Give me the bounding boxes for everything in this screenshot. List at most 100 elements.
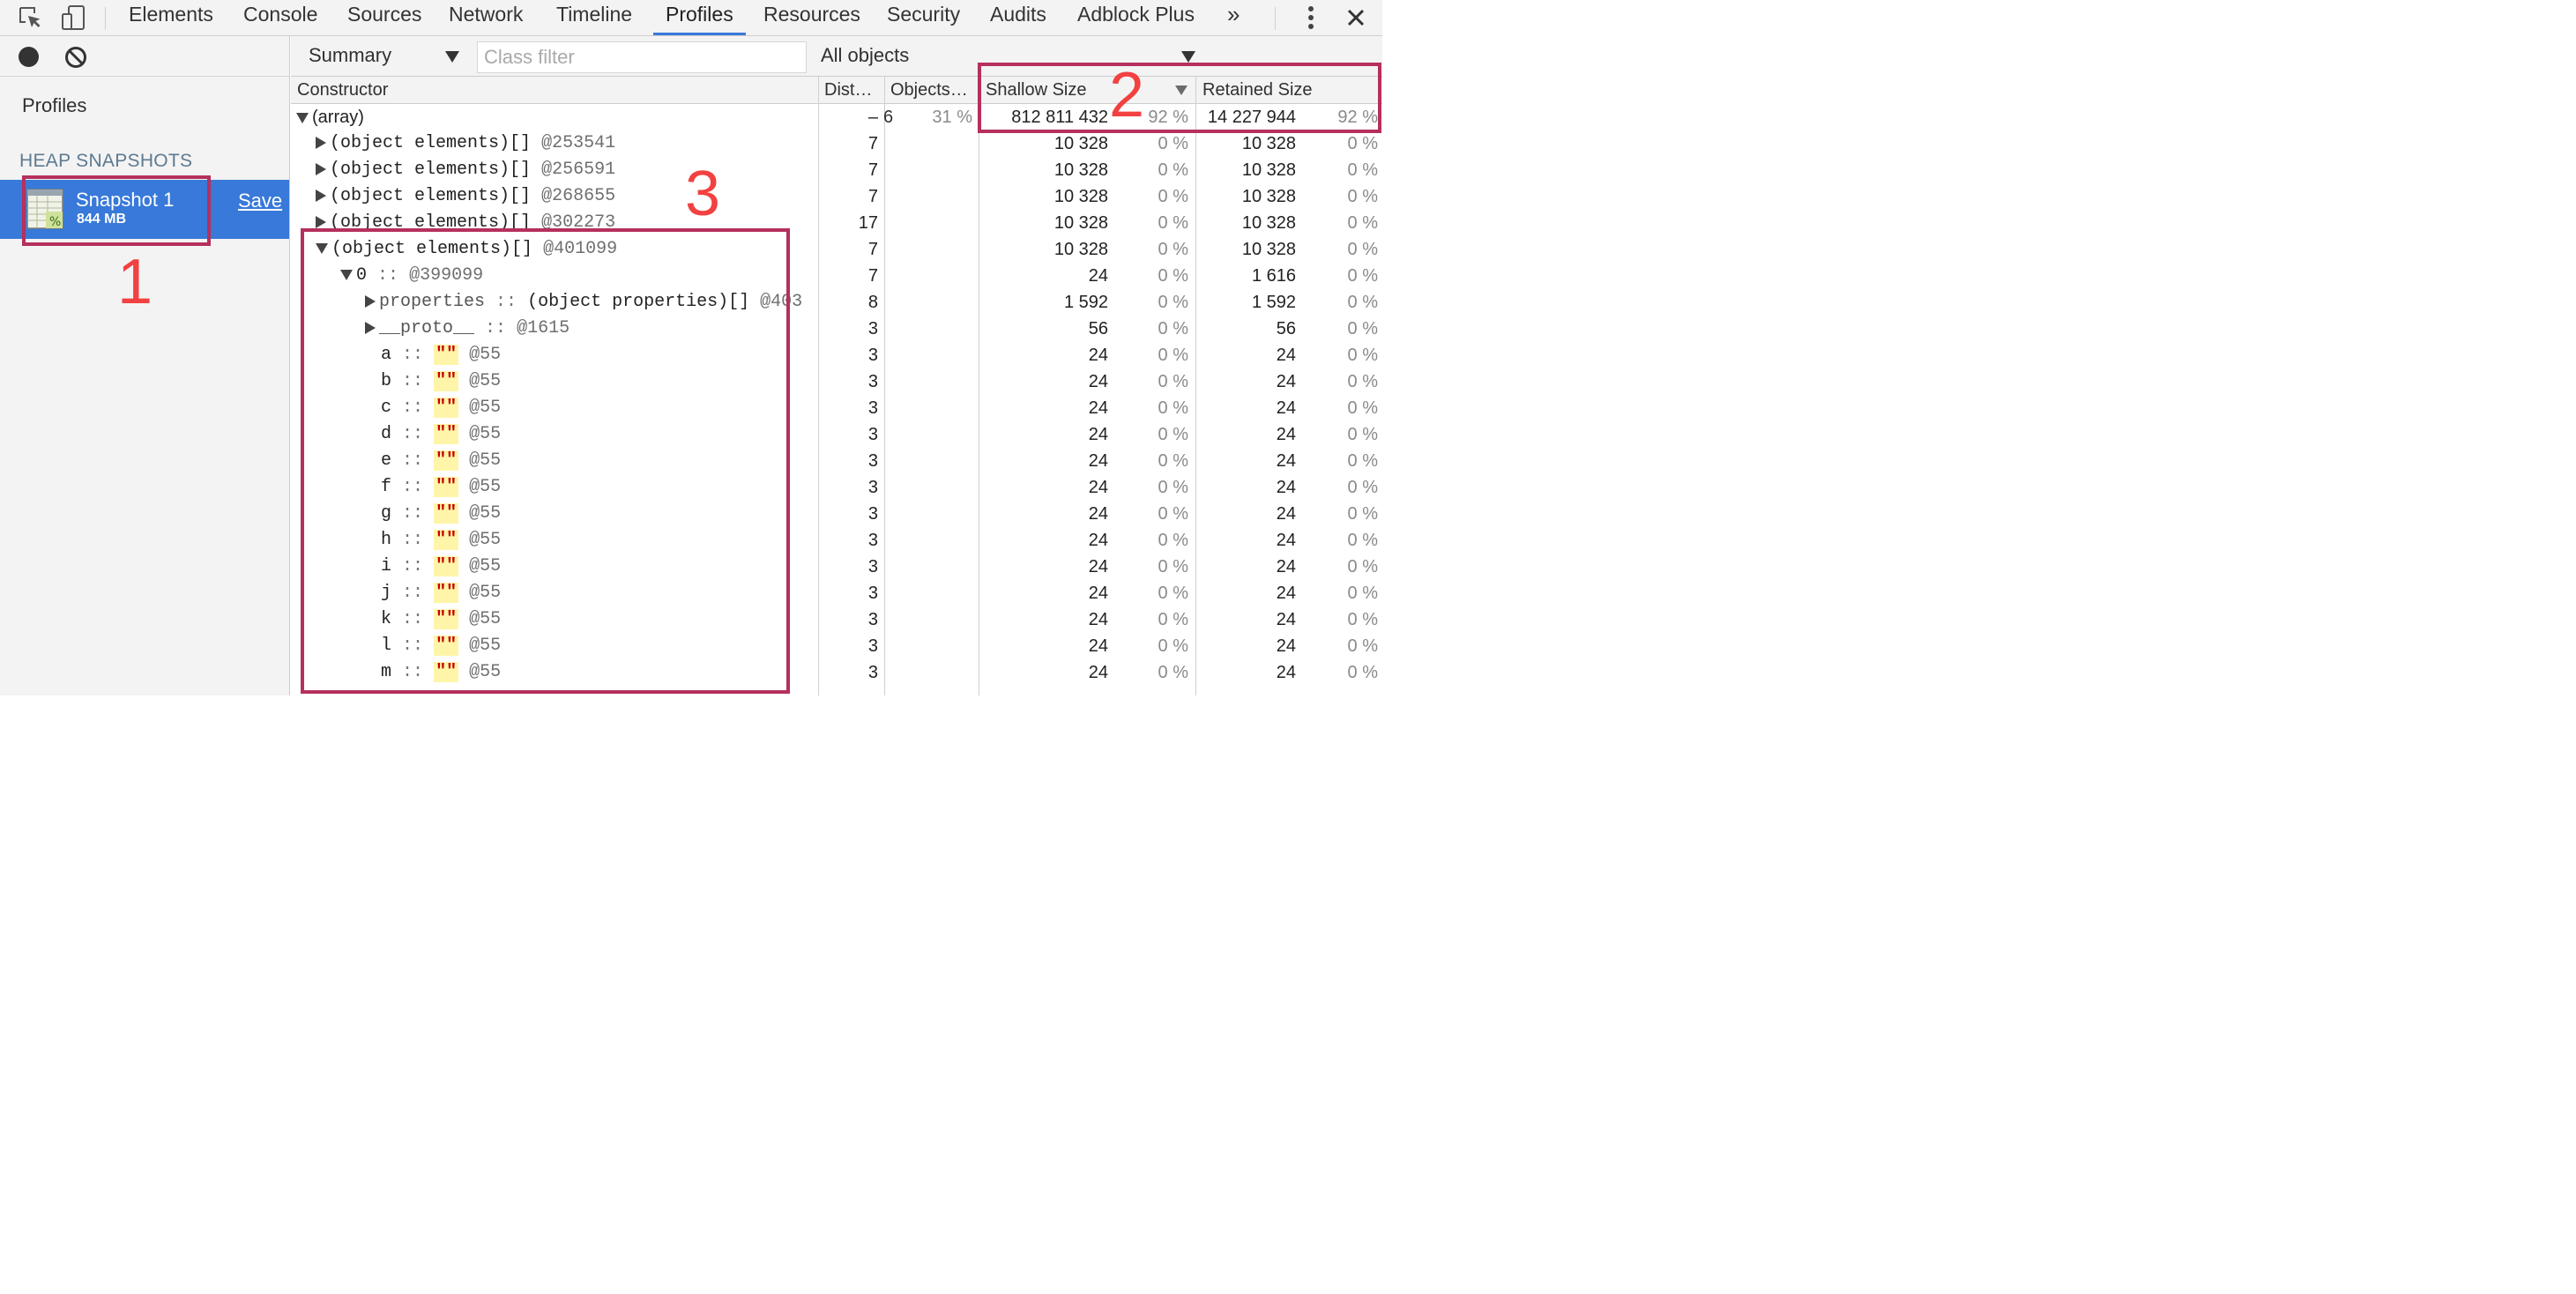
retained-percent-cell: 0 % — [1347, 425, 1378, 444]
table-row[interactable]: (object elements)[] @268655 7 10 328 0 % 10 … — [291, 183, 1382, 210]
distance-cell: 3 — [867, 584, 878, 603]
retained-size-cell: 1 616 — [1251, 266, 1296, 286]
shallow-size-cell: 10 328 — [1053, 160, 1108, 180]
distance-cell: 3 — [867, 425, 878, 444]
dropdown-arrow-icon[interactable] — [445, 51, 459, 63]
shallow-size-cell: 24 — [1088, 584, 1108, 603]
expand-arrow-icon[interactable] — [316, 136, 326, 149]
tab-profiles[interactable]: Profiles — [653, 0, 746, 35]
kebab-menu-icon[interactable] — [1299, 0, 1322, 35]
shallow-percent-cell: 0 % — [1158, 134, 1188, 153]
retained-size-cell: 10 328 — [1241, 134, 1296, 153]
shallow-size-cell: 10 328 — [1053, 213, 1108, 233]
shallow-percent-cell: 0 % — [1158, 319, 1188, 338]
view-select[interactable]: Summary — [309, 44, 391, 67]
node-name: (object elements)[] — [330, 160, 532, 180]
tab-adblock-plus[interactable]: Adblock Plus — [1077, 0, 1195, 35]
node-name: (object elements)[] — [330, 133, 532, 153]
annotation-box-3 — [301, 228, 790, 694]
tab-network[interactable]: Network — [449, 0, 523, 35]
objects-percent-cell: 31 % — [932, 108, 972, 127]
retained-size-cell: 10 328 — [1241, 160, 1296, 180]
shallow-percent-cell: 0 % — [1158, 213, 1188, 233]
retained-size-cell: 24 — [1276, 610, 1296, 629]
distance-cell: 3 — [867, 663, 878, 682]
retained-size-cell: 24 — [1276, 372, 1296, 391]
shallow-percent-cell: 0 % — [1158, 504, 1188, 524]
table-row[interactable]: (object elements)[] @253541 7 10 328 0 % 10 … — [291, 130, 1382, 157]
retained-size-cell: 24 — [1276, 636, 1296, 656]
shallow-size-cell: 24 — [1088, 504, 1108, 524]
retained-percent-cell: 0 % — [1347, 134, 1378, 153]
column-objects[interactable]: Objects… — [884, 77, 979, 104]
distance-cell: 7 — [867, 134, 878, 153]
distance-cell: 7 — [867, 266, 878, 286]
object-id: @268655 — [541, 186, 616, 206]
inspect-element-icon[interactable] — [16, 0, 44, 35]
expand-arrow-icon[interactable] — [296, 112, 309, 123]
retained-size-cell: 24 — [1276, 504, 1296, 524]
dropdown-arrow-icon[interactable] — [1181, 51, 1195, 63]
table-row[interactable]: (object elements)[] @256591 7 10 328 0 % 10 … — [291, 157, 1382, 183]
shallow-size-cell: 24 — [1088, 372, 1108, 391]
tab-audits[interactable]: Audits — [990, 0, 1046, 35]
profiles-sidebar: Profiles HEAP SNAPSHOTS % Snapshot 1 844… — [0, 36, 290, 695]
retained-percent-cell: 0 % — [1347, 610, 1378, 629]
retained-percent-cell: 0 % — [1347, 187, 1378, 206]
class-filter-input[interactable] — [477, 41, 807, 73]
retained-size-cell: 24 — [1276, 425, 1296, 444]
shallow-percent-cell: 0 % — [1158, 531, 1188, 550]
retained-size-cell: 1 592 — [1251, 293, 1296, 312]
shallow-size-cell: 56 — [1088, 319, 1108, 338]
retained-percent-cell: 0 % — [1347, 213, 1378, 233]
retained-percent-cell: 0 % — [1347, 293, 1378, 312]
shallow-size-cell: 1 592 — [1063, 293, 1108, 312]
retained-percent-cell: 0 % — [1347, 557, 1378, 576]
shallow-size-cell: 24 — [1088, 266, 1108, 286]
retained-percent-cell: 0 % — [1347, 240, 1378, 259]
retained-size-cell: 24 — [1276, 478, 1296, 497]
distance-cell: 3 — [867, 478, 878, 497]
object-scope-select[interactable]: All objects — [821, 44, 909, 67]
distance-cell: 3 — [867, 372, 878, 391]
device-mode-icon[interactable] — [58, 0, 88, 35]
tab-timeline[interactable]: Timeline — [556, 0, 632, 35]
shallow-percent-cell: 0 % — [1158, 584, 1188, 603]
retained-percent-cell: 0 % — [1347, 531, 1378, 550]
annotation-box-2 — [978, 63, 1381, 133]
tab-security[interactable]: Security — [887, 0, 960, 35]
shallow-size-cell: 24 — [1088, 451, 1108, 471]
clear-icon[interactable] — [64, 46, 87, 69]
column-distance[interactable]: Dist… — [818, 77, 888, 104]
record-icon[interactable] — [19, 47, 39, 67]
save-snapshot-link[interactable]: Save — [238, 190, 282, 212]
retained-percent-cell: 0 % — [1347, 584, 1378, 603]
expand-arrow-icon[interactable] — [316, 215, 326, 228]
shallow-size-cell: 24 — [1088, 636, 1108, 656]
shallow-percent-cell: 0 % — [1158, 398, 1188, 418]
shallow-percent-cell: 0 % — [1158, 160, 1188, 180]
object-id: @256591 — [541, 160, 616, 180]
retained-percent-cell: 0 % — [1347, 451, 1378, 471]
tab-console[interactable]: Console — [243, 0, 317, 35]
close-icon[interactable] — [1344, 0, 1368, 35]
node-name: (object elements)[] — [330, 186, 532, 206]
retained-percent-cell: 0 % — [1347, 266, 1378, 286]
retained-size-cell: 24 — [1276, 584, 1296, 603]
tab-resources[interactable]: Resources — [763, 0, 860, 35]
more-tabs-button[interactable]: » — [1227, 0, 1240, 35]
shallow-percent-cell: 0 % — [1158, 451, 1188, 471]
tab-sources[interactable]: Sources — [347, 0, 421, 35]
shallow-size-cell: 24 — [1088, 531, 1108, 550]
shallow-size-cell: 10 328 — [1053, 134, 1108, 153]
distance-cell: 3 — [867, 346, 878, 365]
distance-cell: 3 — [867, 557, 878, 576]
shallow-percent-cell: 0 % — [1158, 478, 1188, 497]
expand-arrow-icon[interactable] — [316, 162, 326, 175]
column-constructor[interactable]: Constructor — [291, 77, 818, 104]
retained-percent-cell: 0 % — [1347, 478, 1378, 497]
tab-elements[interactable]: Elements — [129, 0, 213, 35]
shallow-percent-cell: 0 % — [1158, 663, 1188, 682]
expand-arrow-icon[interactable] — [316, 189, 326, 202]
annotation-number-1: 1 — [117, 247, 153, 317]
